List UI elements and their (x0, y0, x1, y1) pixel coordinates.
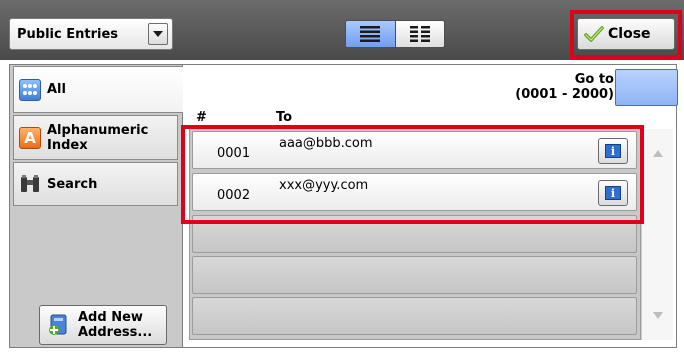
dropdown-label: Public Entries (17, 26, 119, 42)
address-book-icon (19, 78, 41, 101)
tab-alphanumeric-label: Alphanumeric Index (47, 122, 149, 153)
add-address-icon (48, 314, 70, 336)
goto-range: (0001 - 2000) (515, 87, 614, 102)
list-item-empty (192, 256, 637, 294)
address-book-dropdown[interactable]: Public Entries (9, 18, 173, 50)
scroll-down-icon[interactable] (653, 312, 663, 319)
grid-view-button[interactable] (395, 21, 444, 47)
close-highlight-box (570, 10, 682, 59)
goto-input[interactable] (615, 69, 678, 106)
list-view-icon (360, 26, 381, 42)
tab-all-label: All (47, 82, 66, 97)
list-item-empty (192, 297, 637, 335)
tab-alphanumeric-index[interactable]: A Alphanumeric Index (13, 115, 178, 160)
grid-view-icon (409, 26, 430, 42)
add-new-address-button[interactable]: Add New Address... (39, 305, 167, 345)
view-toggle (345, 20, 445, 48)
scrollbar[interactable] (641, 129, 673, 340)
list-view-button[interactable] (346, 21, 396, 47)
scroll-up-icon[interactable] (653, 150, 663, 157)
letter-a-icon: A (19, 126, 41, 149)
goto-label: Go to (574, 72, 614, 87)
add-new-label: Add New Address... (78, 310, 153, 340)
tab-search[interactable]: Search (13, 162, 178, 206)
entries-highlight-box (181, 125, 644, 224)
column-header-number: # (196, 110, 207, 125)
tab-all[interactable]: All (13, 66, 183, 113)
column-header-to: To (276, 110, 293, 125)
tab-search-label: Search (47, 176, 98, 192)
binoculars-icon (19, 173, 41, 195)
chevron-down-icon (153, 31, 163, 37)
dropdown-arrow-button[interactable] (148, 23, 168, 45)
goto-label-block: Go to (0001 - 2000) (515, 72, 614, 102)
